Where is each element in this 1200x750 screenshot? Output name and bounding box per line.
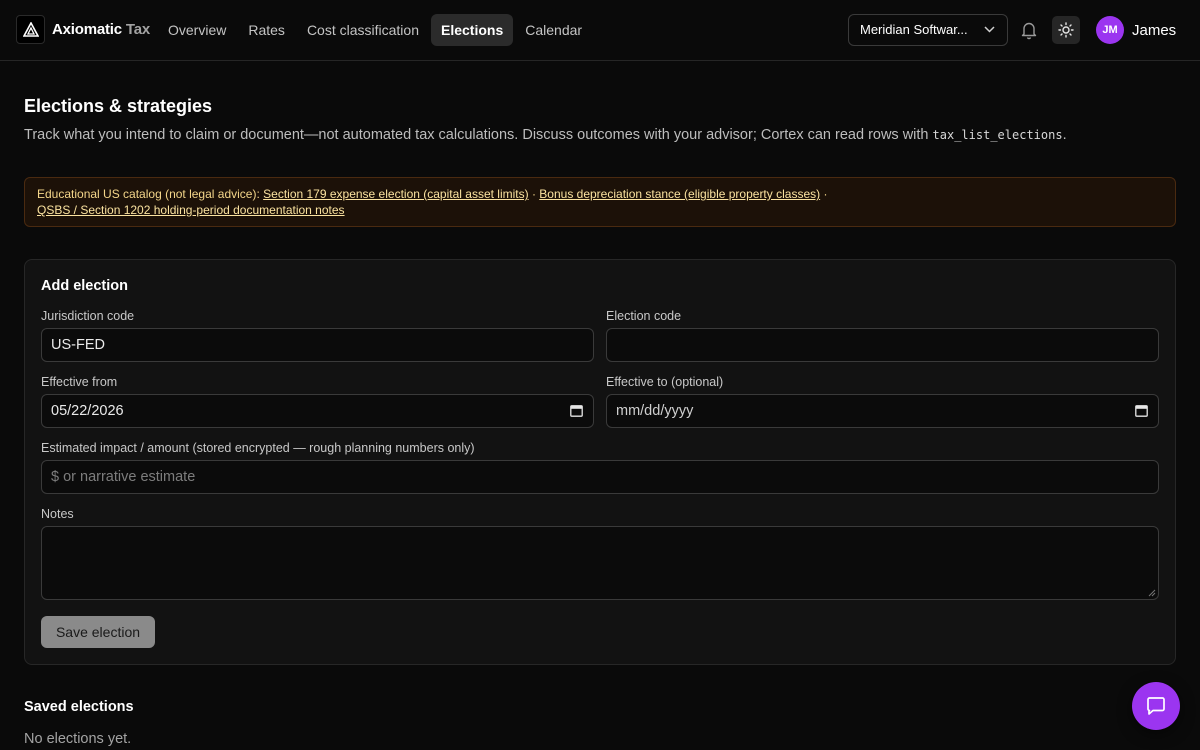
election-code-label: Election code xyxy=(606,309,682,323)
estimated-impact-label: Estimated impact / amount (stored encryp… xyxy=(41,441,475,455)
effective-from-value: 05/22/2026 xyxy=(51,403,124,419)
jurisdiction-code-input[interactable]: US-FED xyxy=(41,328,594,362)
jurisdiction-code-label: Jurisdiction code xyxy=(41,309,135,323)
effective-from-label: Effective from xyxy=(41,375,118,389)
organization-select-value: Meridian Softwar... xyxy=(860,22,968,37)
educational-notice: Educational US catalog (not legal advice… xyxy=(24,177,1176,227)
notice-separator: · xyxy=(528,187,540,201)
user-name[interactable]: James xyxy=(1132,22,1176,39)
theme-toggle-button[interactable] xyxy=(1052,16,1080,44)
brand-name[interactable]: Axiomatic Tax xyxy=(52,21,150,38)
notice-link-qsbs[interactable]: QSBS / Section 1202 holding-period docum… xyxy=(37,203,345,217)
saved-elections-empty-text: No elections yet. xyxy=(24,731,132,747)
chat-button[interactable] xyxy=(1132,682,1180,730)
election-code-input[interactable] xyxy=(606,328,1159,362)
function-name-code: tax_list_elections xyxy=(932,128,1063,142)
main-nav: Overview Rates Cost classification Elect… xyxy=(158,14,592,46)
notice-link-bonus-depreciation[interactable]: Bonus depreciation stance (eligible prop… xyxy=(539,187,820,201)
nav-item-rates[interactable]: Rates xyxy=(238,14,295,46)
save-election-button[interactable]: Save election xyxy=(41,616,155,648)
notes-textarea[interactable] xyxy=(41,526,1159,600)
brand-suffix: Tax xyxy=(125,21,151,38)
notes-label: Notes xyxy=(41,507,74,521)
page-description-text: Track what you intend to claim or docume… xyxy=(24,127,933,143)
nav-item-overview[interactable]: Overview xyxy=(158,14,236,46)
calendar-icon[interactable] xyxy=(570,404,583,417)
triangle-logo-icon[interactable] xyxy=(16,15,45,44)
chevron-down-icon xyxy=(984,26,995,33)
organization-select[interactable]: Meridian Softwar... xyxy=(848,14,1008,46)
top-navigation-bar: Axiomatic Tax Overview Rates Cost classif… xyxy=(0,0,1200,61)
page-title: Elections & strategies xyxy=(24,96,213,116)
notice-link-section-179[interactable]: Section 179 expense election (capital as… xyxy=(263,187,528,201)
effective-to-date-input[interactable]: mm/dd/yyyy xyxy=(606,394,1159,428)
effective-from-date-input[interactable]: 05/22/2026 xyxy=(41,394,594,428)
notice-prefix: Educational US catalog (not legal advice… xyxy=(37,187,264,201)
page-description: Track what you intend to claim or docume… xyxy=(24,127,1067,143)
nav-item-calendar[interactable]: Calendar xyxy=(515,14,592,46)
estimated-impact-input[interactable]: $ or narrative estimate xyxy=(41,460,1159,494)
sun-icon xyxy=(1058,22,1074,38)
saved-elections-title: Saved elections xyxy=(24,699,134,715)
add-election-card: Add election Jurisdiction code US-FED El… xyxy=(24,259,1176,665)
effective-to-placeholder: mm/dd/yyyy xyxy=(616,403,694,419)
nav-item-cost-classification[interactable]: Cost classification xyxy=(297,14,429,46)
effective-to-label: Effective to (optional) xyxy=(606,375,724,389)
page-description-end: . xyxy=(1062,127,1067,143)
resize-handle-icon[interactable] xyxy=(1148,589,1156,597)
calendar-icon[interactable] xyxy=(1135,404,1148,417)
bell-icon[interactable] xyxy=(1020,20,1038,40)
brand-title: Axiomatic xyxy=(52,21,122,38)
notice-separator: · xyxy=(820,187,828,201)
nav-item-elections[interactable]: Elections xyxy=(430,14,514,46)
avatar[interactable]: JM xyxy=(1096,16,1124,44)
add-election-title: Add election xyxy=(41,278,129,294)
chat-bubble-icon xyxy=(1147,697,1165,715)
